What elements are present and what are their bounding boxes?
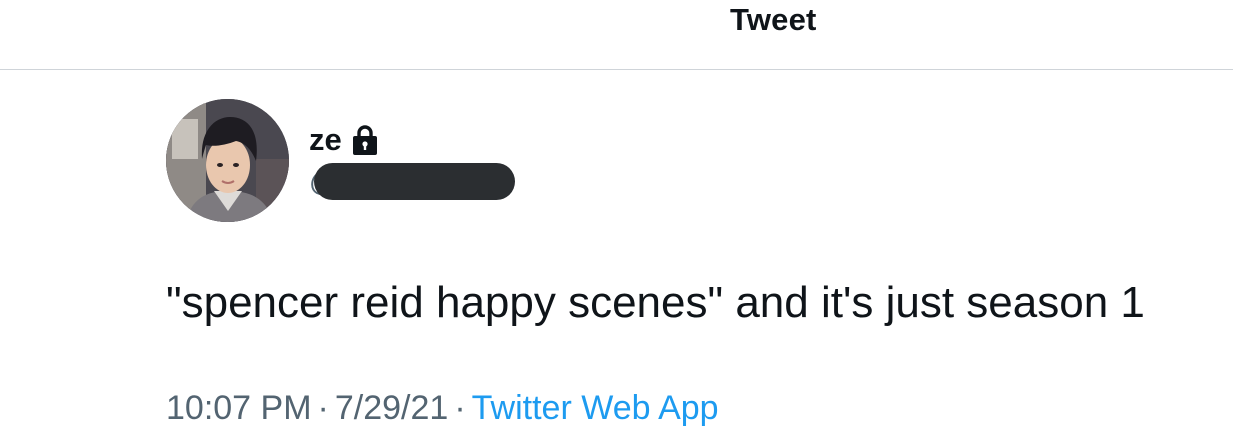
avatar[interactable] <box>166 99 289 222</box>
top-bar: Tweet <box>0 0 1233 70</box>
tweet-source-link[interactable]: Twitter Web App <box>472 389 719 427</box>
meta-separator: · <box>317 389 329 427</box>
author-handle[interactable]: @ <box>309 163 515 201</box>
tweet-date[interactable]: 7/29/21 <box>335 389 448 427</box>
tweet-meta: 10:07 PM · 7/29/21 · Twitter Web App <box>166 386 719 430</box>
lock-icon <box>351 123 379 157</box>
tweet-text: "spencer reid happy scenes" and it's jus… <box>166 278 1145 327</box>
page-title: Tweet <box>730 2 817 37</box>
tweet-time[interactable]: 10:07 PM <box>166 389 312 427</box>
display-name[interactable]: ze <box>309 121 342 159</box>
avatar-image <box>166 99 289 222</box>
author-name-row[interactable]: ze <box>309 121 379 159</box>
redaction-bar <box>314 163 515 200</box>
meta-separator: · <box>454 389 466 427</box>
